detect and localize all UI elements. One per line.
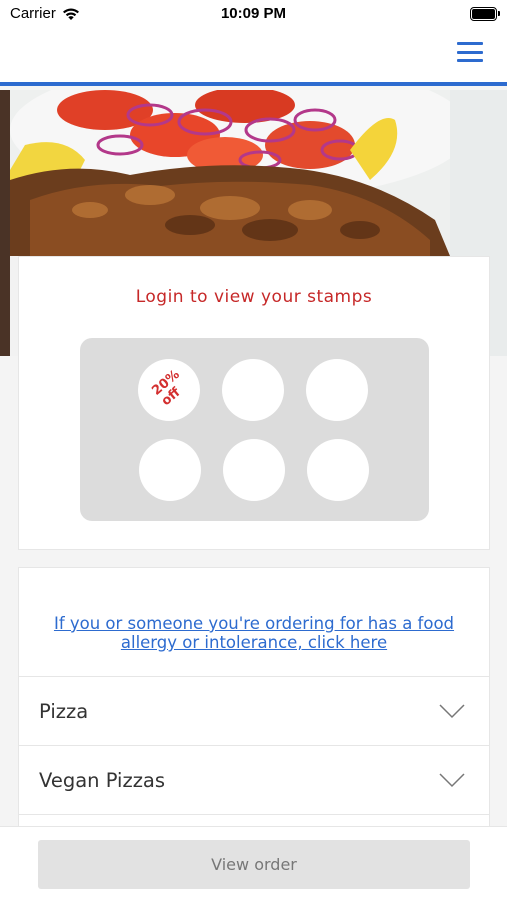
battery-icon	[470, 7, 500, 21]
status-bar: Carrier 10:09 PM	[0, 0, 507, 30]
bottom-bar: View order	[0, 826, 507, 900]
fried-fish-photo	[10, 90, 450, 256]
allergy-link-line-2: allergy or intolerance, click here	[120, 633, 388, 652]
stamp-board: 20% off	[80, 338, 429, 521]
loyalty-stamps-card: Login to view your stamps 20% off	[18, 256, 490, 550]
chevron-down-icon	[439, 773, 465, 788]
view-order-button[interactable]: View order	[38, 840, 470, 889]
allergy-info-card: If you or someone you're ordering for ha…	[18, 567, 490, 677]
allergy-info-link[interactable]: If you or someone you're ordering for ha…	[39, 614, 469, 652]
hamburger-menu-icon[interactable]	[457, 40, 483, 64]
status-time: 10:09 PM	[220, 5, 287, 22]
stamp-slot	[222, 359, 284, 421]
category-row-pizza[interactable]: Pizza	[18, 676, 490, 746]
stamp-slot	[306, 359, 368, 421]
stamp-slot	[223, 439, 285, 501]
stamp-slot	[307, 439, 369, 501]
category-row-vegan-pizzas[interactable]: Vegan Pizzas	[18, 745, 490, 815]
app-header	[0, 30, 507, 86]
category-label: Vegan Pizzas	[39, 768, 166, 792]
allergy-link-line-1: If you or someone you're ordering for ha…	[53, 614, 455, 633]
category-label: Pizza	[39, 699, 89, 723]
stamp-reward: 20% off	[138, 359, 200, 421]
chevron-down-icon	[439, 704, 465, 719]
login-stamps-link[interactable]: Login to view your stamps	[19, 287, 489, 307]
hero-left-strip	[0, 90, 10, 356]
stamp-slot	[139, 439, 201, 501]
